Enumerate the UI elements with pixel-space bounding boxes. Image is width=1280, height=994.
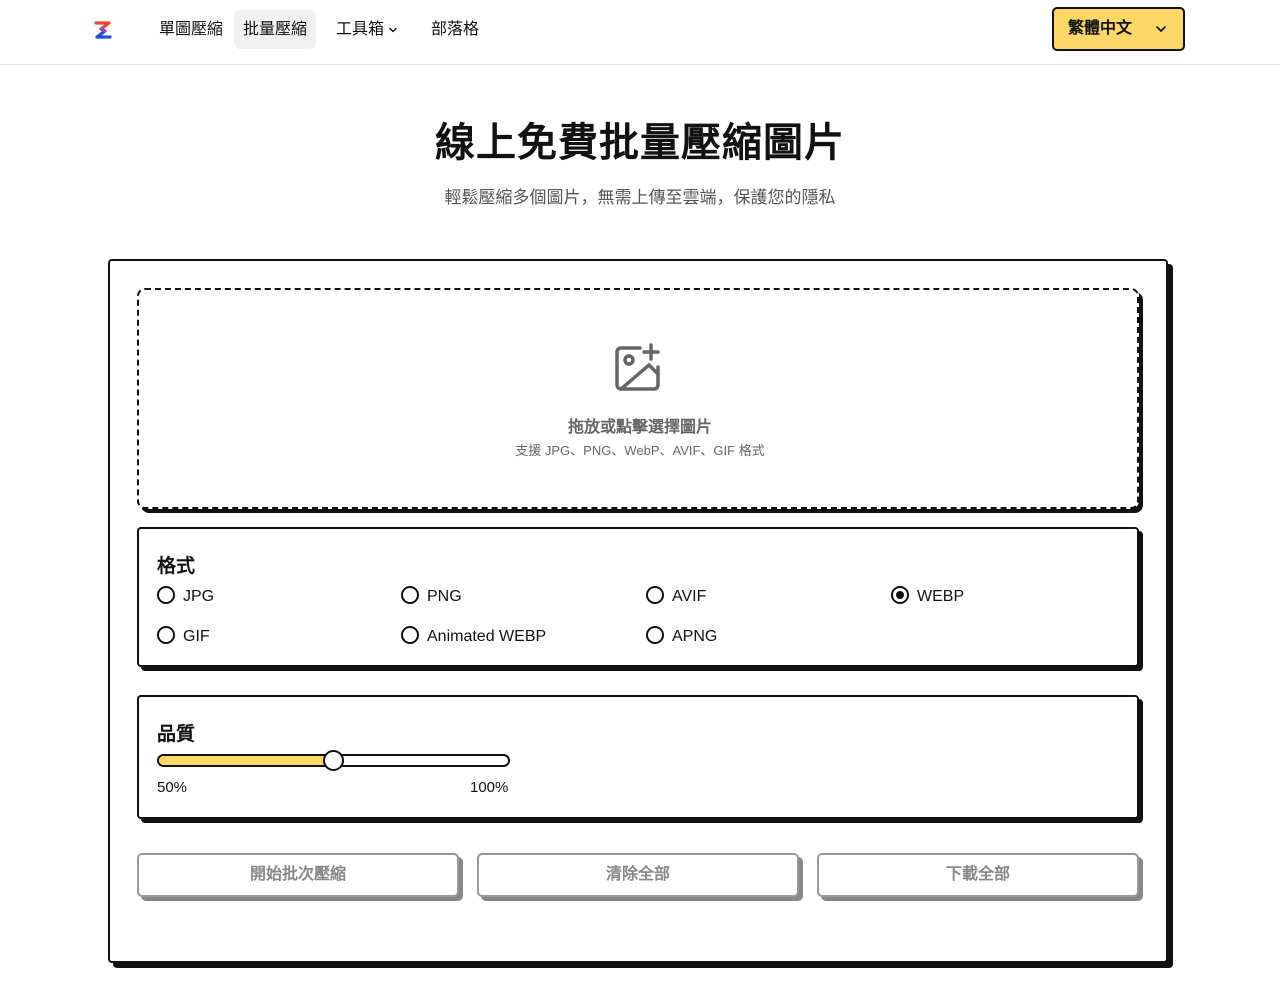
top-navigation-bar: 單圖壓縮 批量壓縮 工具箱 部落格 繁體中文 <box>0 0 1280 65</box>
quality-title: 品質 <box>157 724 196 745</box>
file-dropzone[interactable] <box>137 288 1139 509</box>
radio-unchecked-icon <box>401 585 419 604</box>
start-batch-compress-button[interactable]: 開始批次壓縮 <box>137 853 459 897</box>
radio-unchecked-icon <box>646 585 664 604</box>
format-option-label: JPG <box>183 588 215 605</box>
format-option-label: GIF <box>183 628 210 645</box>
nav-batch-compress[interactable]: 批量壓縮 <box>234 10 317 49</box>
nav-blog-label: 部落格 <box>431 21 480 38</box>
logo-z-icon[interactable] <box>93 20 113 40</box>
chevron-down-icon <box>1156 26 1166 32</box>
radio-unchecked-icon <box>401 625 419 644</box>
quality-min-label: 50% <box>157 779 188 796</box>
page-title: 線上免費批量壓縮圖片 <box>435 121 845 165</box>
chevron-down-icon <box>389 27 397 32</box>
format-option-avif[interactable]: AVIF <box>646 585 707 609</box>
format-option-gif[interactable]: GIF <box>157 625 210 649</box>
language-label: 繁體中文 <box>1068 20 1133 37</box>
dropzone-title: 拖放或點擊選擇圖片 <box>567 419 712 436</box>
dropzone-subtitle: 支援 JPG、PNG、WebP、AVIF、GIF 格式 <box>515 443 765 458</box>
language-selector[interactable]: 繁體中文 <box>1052 7 1185 51</box>
format-option-label: AVIF <box>672 588 707 605</box>
format-option-label: PNG <box>427 588 462 605</box>
format-option-label: APNG <box>672 628 718 645</box>
page-subtitle: 輕鬆壓縮多個圖片，無需上傳至雲端，保護您的隱私 <box>444 188 836 207</box>
format-option-png[interactable]: PNG <box>401 585 462 609</box>
nav-single-compress-label: 單圖壓縮 <box>159 21 224 38</box>
nav-single-compress[interactable]: 單圖壓縮 <box>150 10 232 49</box>
radio-checked-icon <box>891 585 909 604</box>
radio-unchecked-icon <box>646 625 664 644</box>
radio-unchecked-icon <box>157 625 175 644</box>
format-panel: 格式 <box>137 527 1139 667</box>
format-option-label: Animated WEBP <box>427 628 547 645</box>
format-option-jpg[interactable]: JPG <box>157 585 215 609</box>
format-option-animated-webp[interactable]: Animated WEBP <box>401 625 547 649</box>
nav-toolbox-dropdown[interactable]: 工具箱 <box>327 10 407 49</box>
format-option-apng[interactable]: APNG <box>646 625 718 649</box>
radio-unchecked-icon <box>157 585 175 604</box>
format-title: 格式 <box>157 556 196 577</box>
clear-all-button[interactable]: 清除全部 <box>477 853 799 897</box>
quality-slider-fill <box>159 756 334 765</box>
quality-max-label: 100% <box>470 779 509 796</box>
format-option-label: WEBP <box>917 588 965 605</box>
image-add-icon <box>615 343 660 391</box>
format-option-webp[interactable]: WEBP <box>891 585 965 609</box>
quality-slider-thumb[interactable] <box>323 750 344 771</box>
nav-blog[interactable]: 部落格 <box>422 10 488 49</box>
nav-batch-compress-label: 批量壓縮 <box>243 21 308 38</box>
nav-toolbox-label: 工具箱 <box>336 21 385 38</box>
download-all-button[interactable]: 下載全部 <box>817 853 1139 897</box>
